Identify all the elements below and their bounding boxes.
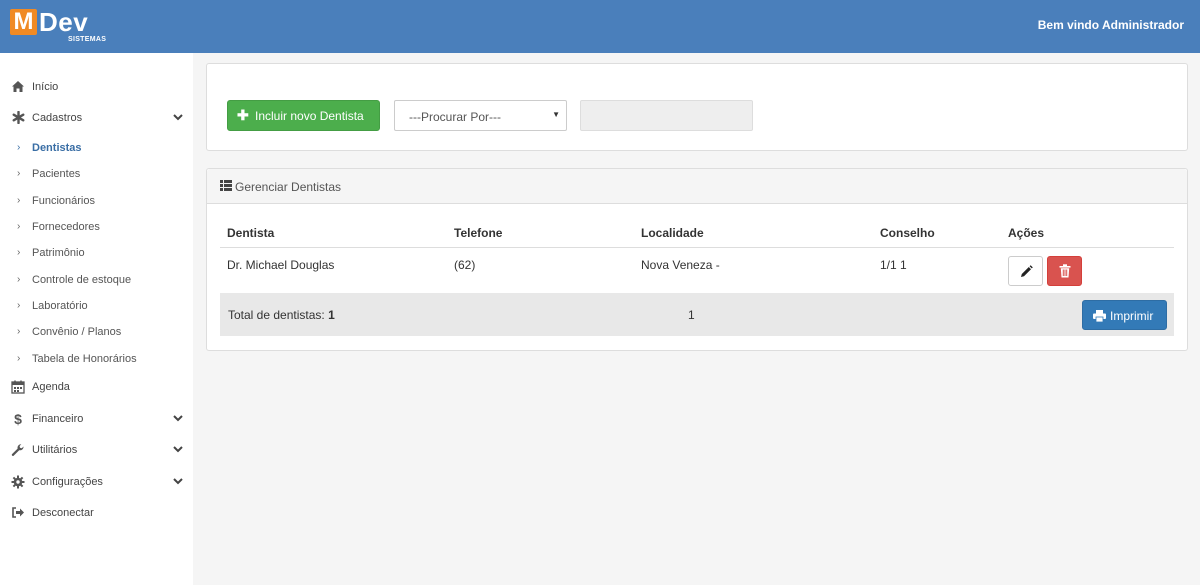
chevron-down-icon <box>172 475 184 487</box>
column-header-dentista: Dentista <box>227 226 275 240</box>
chevron-down-icon <box>172 443 184 455</box>
home-icon <box>11 80 25 94</box>
add-dentist-button[interactable]: ✚ Incluir novo Dentista <box>227 100 380 131</box>
column-header-conselho: Conselho <box>880 226 935 240</box>
submenu-item-funcionarios[interactable]: › Funcionários <box>0 190 193 212</box>
edit-button[interactable] <box>1008 256 1043 286</box>
submenu-item-label: Pacientes <box>32 168 81 180</box>
submenu-item-label: Funcionários <box>32 195 95 207</box>
toolbar-panel: ✚ Incluir novo Dentista ---Procurar Por-… <box>206 63 1188 151</box>
chevron-down-icon <box>172 412 184 424</box>
sidebar-item-label: Agenda <box>32 381 70 393</box>
logo-text: Dev <box>39 7 89 37</box>
logo-subtitle: SISTEMAS <box>68 36 107 43</box>
sidebar-item-desconectar[interactable]: Desconectar <box>0 500 193 526</box>
caret-down-icon: ▼ <box>552 110 560 119</box>
submenu-item-label: Laboratório <box>32 300 88 312</box>
sidebar-item-label: Utilitários <box>32 444 78 456</box>
submenu-item-label: Fornecedores <box>32 221 100 233</box>
sidebar-item-financeiro[interactable]: $ Financeiro <box>0 406 193 432</box>
cell-conselho: 1/1 1 <box>880 258 907 272</box>
submenu-item-label: Patrimônio <box>32 247 85 259</box>
add-dentist-label: Incluir novo Dentista <box>255 109 364 123</box>
submenu-item-laboratorio[interactable]: › Laboratório <box>0 295 193 317</box>
submenu-item-tabela-honorarios[interactable]: › Tabela de Honorários <box>0 348 193 370</box>
calendar-icon <box>11 380 25 394</box>
chevron-right-icon: › <box>17 247 21 258</box>
sidebar-item-configuracoes[interactable]: Configurações <box>0 469 193 495</box>
panel-title: Gerenciar Dentistas <box>235 180 342 194</box>
asterisk-icon <box>11 110 25 125</box>
gear-icon <box>11 475 25 489</box>
delete-button[interactable] <box>1047 256 1082 286</box>
sidebar-item-label: Desconectar <box>32 507 94 519</box>
cell-localidade: Nova Veneza - <box>641 258 720 272</box>
submenu-item-label: Controle de estoque <box>32 274 132 286</box>
chevron-right-icon: › <box>17 195 21 206</box>
submenu-item-label: Convênio / Planos <box>32 326 122 338</box>
header-divider <box>220 247 1174 248</box>
welcome-message: Bem vindo Administrador <box>1037 18 1184 32</box>
top-header: M Dev SISTEMAS Bem vindo Administrador <box>0 0 1200 53</box>
panel-heading: Gerenciar Dentistas <box>207 169 1187 204</box>
plus-icon: ✚ <box>237 107 249 123</box>
sign-out-icon <box>11 506 25 520</box>
print-button[interactable]: Imprimir <box>1082 300 1167 330</box>
sidebar-item-label: Início <box>32 81 59 93</box>
wrench-icon <box>11 443 25 457</box>
sidebar-item-agenda[interactable]: Agenda <box>0 374 193 400</box>
logo-letter: M <box>10 9 37 35</box>
column-header-acoes: Ações <box>1008 226 1045 240</box>
submenu-item-fornecedores[interactable]: › Fornecedores <box>0 216 193 238</box>
cell-telefone: (62) <box>454 258 476 272</box>
chevron-right-icon: › <box>17 168 21 179</box>
chevron-right-icon: › <box>17 326 21 337</box>
dollar-icon: $ <box>14 411 22 427</box>
sidebar: Início Cadastros › Dentistas › Pacientes… <box>0 53 193 585</box>
submenu-item-convenio[interactable]: › Convênio / Planos <box>0 321 193 343</box>
trash-icon <box>1059 264 1071 278</box>
chevron-down-icon <box>172 111 184 123</box>
list-icon <box>220 180 232 191</box>
submenu-item-dentistas[interactable]: › Dentistas <box>0 137 193 159</box>
total-value: 1 <box>328 308 335 322</box>
submenu-item-label: Dentistas <box>32 142 82 154</box>
submenu-item-controle-estoque[interactable]: › Controle de estoque <box>0 269 193 291</box>
logo[interactable]: M Dev SISTEMAS <box>10 7 120 45</box>
sidebar-item-label: Financeiro <box>32 413 84 425</box>
chevron-right-icon: › <box>17 300 21 311</box>
sidebar-item-inicio[interactable]: Início <box>0 74 193 100</box>
sidebar-item-label: Configurações <box>32 476 103 488</box>
table-footer: Total de dentistas: 1 1 Imprimir <box>220 293 1174 336</box>
submenu-item-pacientes[interactable]: › Pacientes <box>0 163 193 185</box>
sidebar-item-utilitarios[interactable]: Utilitários <box>0 437 193 463</box>
sidebar-item-label: Cadastros <box>32 112 83 124</box>
chevron-right-icon: › <box>17 142 21 153</box>
column-header-localidade: Localidade <box>641 226 704 240</box>
column-header-telefone: Telefone <box>454 226 503 240</box>
search-by-value: ---Procurar Por--- <box>409 110 501 124</box>
chevron-right-icon: › <box>17 353 21 364</box>
submenu-item-label: Tabela de Honorários <box>32 353 137 365</box>
cell-dentista: Dr. Michael Douglas <box>227 258 335 272</box>
print-label: Imprimir <box>1110 309 1154 323</box>
search-by-select[interactable]: ---Procurar Por--- ▼ <box>394 100 567 131</box>
page-number[interactable]: 1 <box>688 308 695 322</box>
chevron-right-icon: › <box>17 274 21 285</box>
manage-dentists-panel: Gerenciar Dentistas Dentista Telefone Lo… <box>206 168 1188 351</box>
pencil-icon <box>1021 265 1033 277</box>
printer-icon <box>1093 310 1106 322</box>
total-count: Total de dentistas: 1 <box>228 308 335 322</box>
submenu-item-patrimonio[interactable]: › Patrimônio <box>0 242 193 264</box>
total-label: Total de dentistas: <box>228 308 325 322</box>
chevron-right-icon: › <box>17 221 21 232</box>
sidebar-item-cadastros[interactable]: Cadastros <box>0 105 193 131</box>
search-input[interactable] <box>580 100 753 131</box>
